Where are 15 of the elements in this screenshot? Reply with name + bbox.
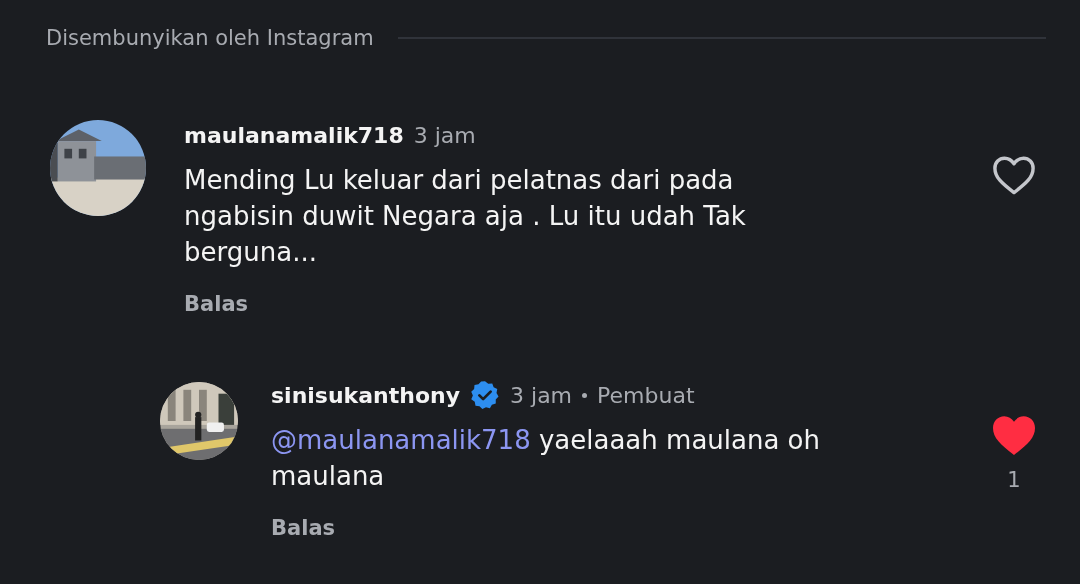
comment-time: 3 jam	[413, 122, 476, 148]
like-count: 1	[1007, 468, 1021, 492]
comment-time: 3 jam	[510, 382, 573, 408]
reply-link[interactable]: Balas	[271, 516, 336, 540]
comment-text: Mending Lu keluar dari pelatnas dari pada ngabisin duwit Negara aja . Lu itu udah Tak berguna...	[184, 164, 747, 269]
comment-text: @maulanamalik718 yaelaaah maulana oh maulana	[271, 424, 821, 493]
section-header: Disembunyikan oleh Instagram	[46, 26, 374, 50]
username[interactable]: maulanamalik718	[184, 122, 404, 148]
heart-outline-icon[interactable]	[991, 154, 1037, 196]
reply-link[interactable]: Balas	[184, 292, 249, 316]
separator-dot-icon	[582, 392, 588, 398]
mention-link[interactable]: @maulanamalik718	[271, 425, 531, 455]
heart-icon[interactable]	[991, 414, 1037, 456]
username[interactable]: sinisukanthony	[271, 382, 461, 408]
creator-label: Pembuat	[597, 382, 695, 408]
